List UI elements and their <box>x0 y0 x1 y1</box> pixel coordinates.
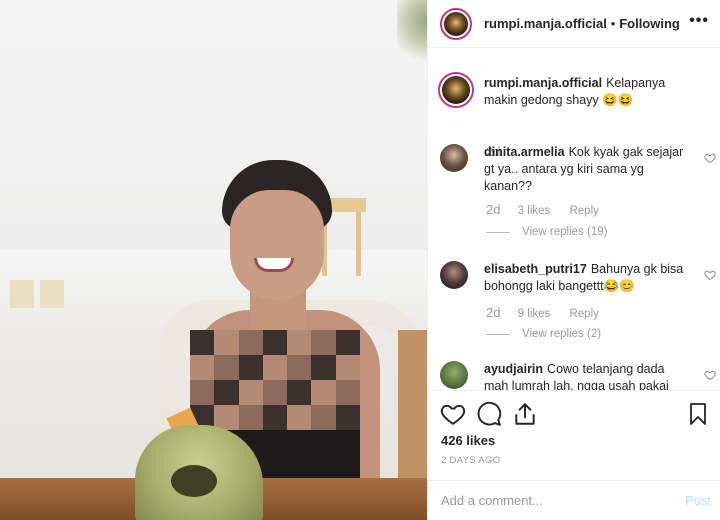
avatar[interactable] <box>440 361 468 389</box>
comment-username[interactable]: ayudjairin <box>484 362 543 376</box>
comment-time[interactable]: 2d <box>486 305 500 320</box>
view-replies-button[interactable]: View replies (19) <box>486 226 607 238</box>
comment-likes[interactable]: 9 likes <box>518 308 551 320</box>
avatar[interactable] <box>440 7 472 40</box>
photo-deck <box>398 330 427 480</box>
comment-likes[interactable]: 3 likes <box>518 205 551 217</box>
comment-icon[interactable] <box>476 401 502 427</box>
comment-meta: 2d 3 likes Reply <box>486 202 599 217</box>
comment-like-icon[interactable] <box>704 152 716 164</box>
heart-icon[interactable] <box>440 401 466 427</box>
reply-button[interactable]: Reply <box>569 205 598 217</box>
post-actions: 426 likes 2 DAYS AGO <box>428 390 720 480</box>
likes-count[interactable]: 426 likes <box>441 433 495 448</box>
add-comment-bar: Add a comment... Post <box>428 480 720 520</box>
share-icon[interactable] <box>512 401 538 427</box>
comment-meta: 2d 9 likes Reply <box>486 305 599 320</box>
following-button[interactable]: Following <box>619 16 680 31</box>
post-button[interactable]: Post <box>685 493 711 508</box>
reply-button[interactable]: Reply <box>569 308 598 320</box>
photo-censor-pixelation <box>190 330 360 430</box>
caption-username[interactable]: rumpi.manja.official <box>484 76 602 90</box>
avatar[interactable] <box>438 72 474 108</box>
action-icons <box>440 401 710 427</box>
more-options-icon[interactable]: ••• <box>689 12 709 30</box>
post-panel: rumpi.manja.official • Following ••• rum… <box>427 0 720 520</box>
comment-time[interactable]: 2d <box>486 202 500 217</box>
photo-beach-chair <box>40 280 64 308</box>
comment-username[interactable]: dinita.armelia <box>484 145 565 159</box>
comment-username[interactable]: elisabeth_putri17 <box>484 262 587 276</box>
comment-like-icon[interactable] <box>704 269 716 281</box>
avatar[interactable] <box>440 144 468 172</box>
comment-input[interactable]: Add a comment... <box>441 493 543 508</box>
view-replies-label: View replies (19) <box>522 226 608 238</box>
view-replies-label: View replies (2) <box>522 328 602 340</box>
header-separator: • <box>610 16 616 31</box>
comments-list[interactable]: rumpi.manja.official Kelapanya makin gedo… <box>428 48 720 390</box>
avatar[interactable] <box>440 261 468 289</box>
photo-palm <box>397 0 427 70</box>
view-replies-button[interactable]: View replies (2) <box>486 328 601 340</box>
post-username[interactable]: rumpi.manja.official <box>484 16 607 31</box>
post-timestamp[interactable]: 2 DAYS AGO <box>441 455 500 466</box>
post-photo[interactable] <box>0 0 427 520</box>
comment-like-icon[interactable] <box>704 369 716 381</box>
photo-beach-chair <box>10 280 34 308</box>
post-header: rumpi.manja.official • Following ••• <box>428 0 720 48</box>
bookmark-icon[interactable] <box>686 401 710 427</box>
